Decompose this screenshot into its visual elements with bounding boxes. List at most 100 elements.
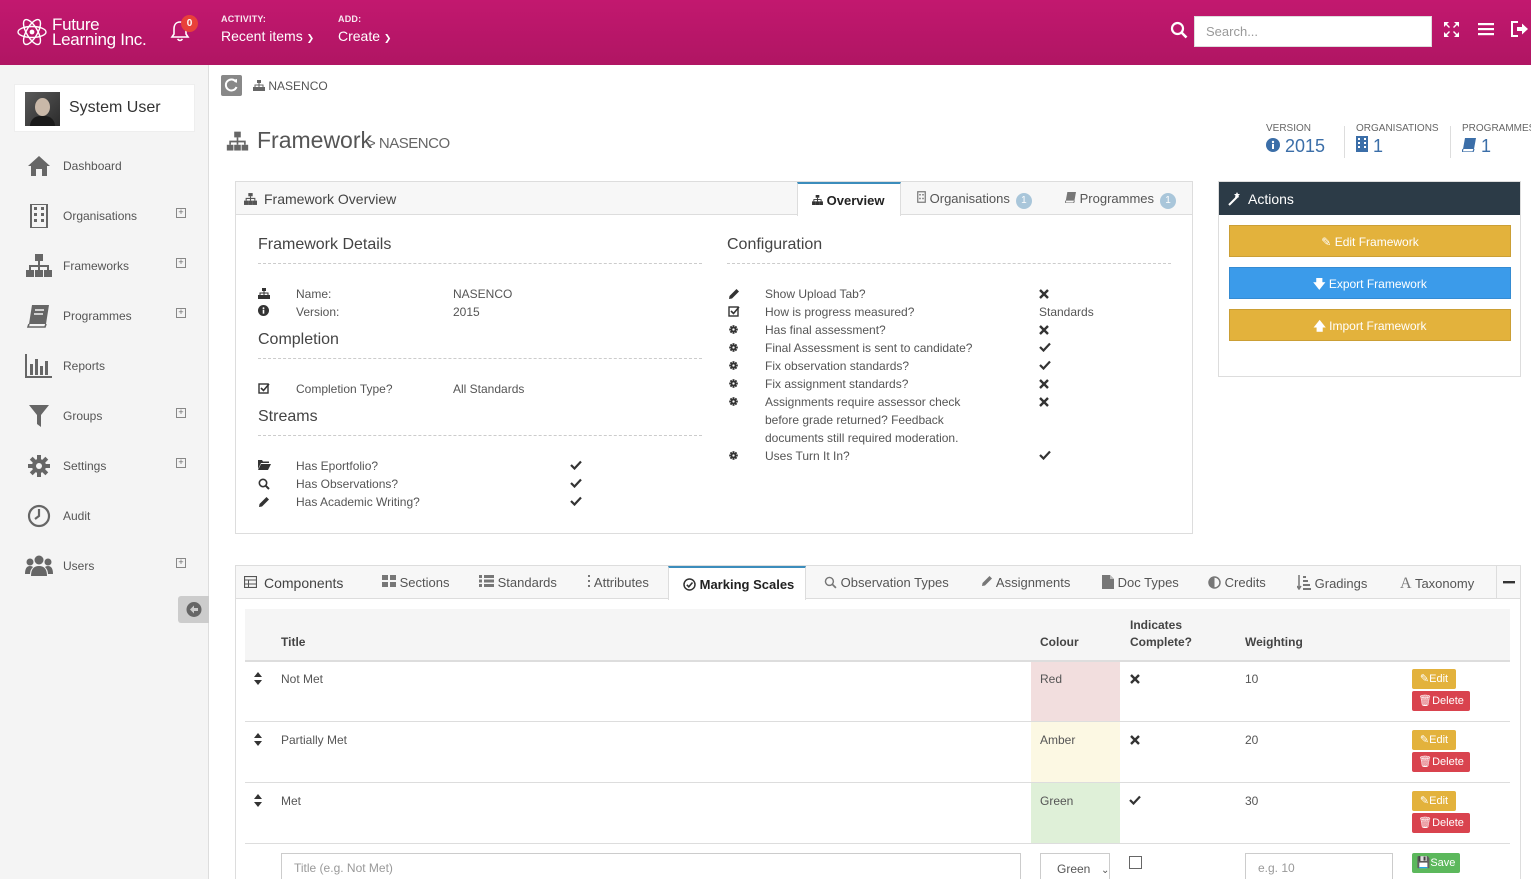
stat-organisations: ORGANISATIONS 1 [1356,123,1439,157]
import-framework-button[interactable]: 🡅 Import Framework [1229,309,1511,341]
button-label: Export Framework [1328,277,1427,291]
sidebar-item-label: Programmes [63,309,132,323]
tab-label: Credits [1224,575,1266,590]
breadcrumb-current: NASENCO [268,79,328,93]
tab-assignments[interactable]: Assignments [981,566,1070,599]
new-complete-checkbox[interactable] [1129,856,1142,869]
sidebar-item-label: Settings [63,459,107,473]
activity-menu[interactable]: ACTIVITY: Recent items ❯ [221,14,314,44]
gear-icon [729,343,738,352]
magic-wand-icon [1228,192,1240,206]
tab-organisations[interactable]: Organisations 1 [917,182,1032,215]
panel-title: Framework Overview [264,191,397,207]
sitemap-icon [244,193,257,205]
check-icon [570,460,582,470]
building-icon [917,191,926,203]
expand-icon[interactable]: + [176,458,186,468]
completion-heading: Completion [258,331,339,348]
sidebar-item-frameworks[interactable]: Frameworks + [25,250,195,280]
check-icon [1129,795,1141,805]
delete-button[interactable]: 🗑Delete [1412,813,1470,833]
sidebar-item-audit[interactable]: Audit [25,500,195,530]
expand-icon[interactable]: + [176,208,186,218]
config-label: How is progress measured? [765,305,915,319]
tab-marking-scales[interactable]: Marking Scales [668,566,806,600]
sort-handle-icon[interactable] [254,733,262,746]
expand-icon[interactable]: + [176,258,186,268]
book-icon [1461,138,1476,153]
delete-button[interactable]: 🗑Delete [1412,752,1470,772]
sort-handle-icon[interactable] [254,672,262,685]
gear-icon [729,451,738,460]
create-menu[interactable]: ADD: Create ❯ [338,14,391,44]
gear-icon [729,397,738,406]
check-icon [570,478,582,488]
cross-icon [1039,325,1049,335]
save-button[interactable]: 💾Save [1412,853,1460,873]
col-colour: Colour [1040,635,1079,649]
edit-button[interactable]: ✎Edit [1412,791,1456,811]
collapse-panel-button[interactable] [1496,566,1522,599]
tab-standards[interactable]: Standards [479,566,557,599]
export-framework-button[interactable]: 🡇 Export Framework [1229,267,1511,299]
sidebar-item-programmes[interactable]: Programmes + [25,300,195,330]
tab-sections[interactable]: Sections [382,566,450,599]
brand-logo[interactable]: Future Learning Inc. [16,14,166,52]
pencil-icon: ✎ [1321,235,1332,249]
table-header [245,609,1510,660]
expand-icon[interactable]: + [176,558,186,568]
tab-doc-types[interactable]: Doc Types [1102,566,1179,599]
tab-observation-types[interactable]: Observation Types [824,566,949,599]
pencil-icon: ✎ [1419,673,1430,685]
sidebar-item-organisations[interactable]: Organisations + [25,200,195,230]
sidebar-item-settings[interactable]: Settings + [25,450,195,480]
tab-taxonomy[interactable]: A Taxonomy [1400,566,1474,599]
save-icon: 💾 [1416,857,1431,869]
new-title-input[interactable] [281,853,1021,879]
streams-heading: Streams [258,408,318,425]
gear-icon [729,325,738,334]
edit-button[interactable]: ✎Edit [1412,669,1456,689]
tab-credits[interactable]: Credits [1208,566,1266,599]
logout-icon[interactable] [1511,21,1529,37]
delete-button[interactable]: 🗑Delete [1412,691,1470,711]
tab-gradings[interactable]: Gradings [1296,566,1367,599]
sidebar-item-label: Groups [63,409,103,423]
tab-programmes[interactable]: Programmes 1 [1064,182,1177,215]
tab-overview[interactable]: Overview [797,182,901,216]
brand-line2: Learning Inc. [52,30,147,49]
sidebar-item-dashboard[interactable]: Dashboard [25,150,195,180]
sort-handle-icon[interactable] [254,794,262,807]
book-icon [1064,192,1076,204]
new-weighting-input[interactable] [1245,853,1393,879]
row-weighting: 20 [1245,733,1259,747]
tab-label: Marking Scales [699,577,795,592]
col-title: Title [281,635,306,649]
col-weighting: Weighting [1245,635,1303,649]
tab-label: Observation Types [840,575,949,590]
edit-button[interactable]: ✎Edit [1412,730,1456,750]
minus-icon [1503,581,1515,584]
sidebar-item-reports[interactable]: Reports [25,350,195,380]
menu-icon[interactable] [1478,21,1494,37]
sidebar-collapse-button[interactable] [178,596,209,623]
refresh-button[interactable] [221,75,242,96]
sidebar-item-users[interactable]: Users + [25,550,195,580]
new-colour-select[interactable]: Green ⌄ [1040,853,1110,879]
check-square-icon [728,306,740,317]
search-icon[interactable] [1170,21,1188,39]
chevron-down-icon: ⌄ [1101,865,1110,876]
sidebar-item-groups[interactable]: Groups + [25,400,195,430]
sidebar-item-label: Frameworks [63,259,130,273]
expand-icon[interactable]: + [176,308,186,318]
tab-label: Overview [826,193,885,208]
row-colour: Amber [1040,733,1076,747]
search-input[interactable] [1194,16,1432,47]
edit-framework-button[interactable]: ✎ Edit Framework [1229,225,1511,257]
fullscreen-icon[interactable] [1443,21,1460,38]
expand-icon[interactable]: + [176,408,186,418]
cross-icon [1039,379,1049,389]
arrow-left-circle-icon [186,602,202,617]
tab-attributes[interactable]: Attributes [587,566,649,599]
user-card[interactable]: System User [14,84,195,132]
